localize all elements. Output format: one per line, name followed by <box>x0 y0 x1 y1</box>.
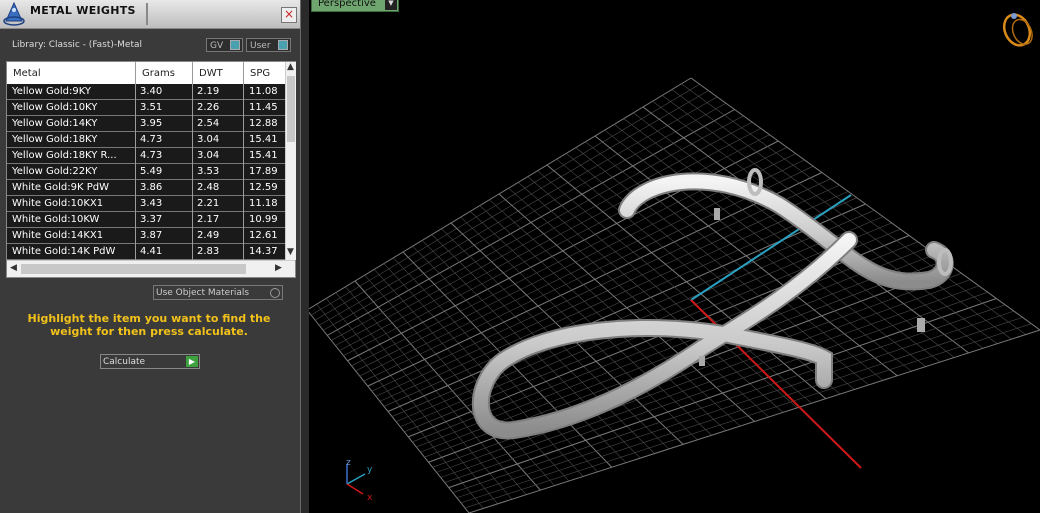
cell-grams: 3.95 <box>140 118 163 129</box>
calculate-label: Calculate <box>103 357 146 367</box>
cell-dwt: 2.19 <box>197 86 220 97</box>
play-icon[interactable]: ▶ <box>186 356 198 367</box>
cell-grams: 3.87 <box>140 230 163 241</box>
cell-spg: 12.59 <box>249 182 278 193</box>
cell-grams: 3.51 <box>140 102 163 113</box>
cell-metal: Yellow Gold:9KY <box>12 86 91 97</box>
library-label: Library: Classic - (Fast)-Metal <box>12 40 143 50</box>
cell-grams: 4.41 <box>140 246 163 257</box>
cell-metal: Yellow Gold:22KY <box>12 166 98 177</box>
ground-grid <box>309 77 1040 513</box>
gv-toggle-label: GV <box>210 41 224 51</box>
user-toggle-knob <box>278 40 288 50</box>
3d-viewport[interactable]: Perspective ▼ z y x <box>309 0 1040 513</box>
grid-line <box>681 83 1026 335</box>
metal-weights-panel: METAL WEIGHTS × Library: Classic - (Fast… <box>0 0 301 513</box>
metal-table: Metal Grams DWT SPG Yellow Gold:9KY 3.40 2… <box>6 61 296 278</box>
use-object-materials-option[interactable]: Use Object Materials <box>153 285 283 300</box>
user-toggle[interactable]: User <box>246 38 291 52</box>
z-axis-label: z <box>346 458 351 468</box>
cell-metal: Yellow Gold:10KY <box>12 102 98 113</box>
view-label: Perspective <box>318 0 376 9</box>
cell-spg: 11.08 <box>249 86 278 97</box>
gv-toggle[interactable]: GV <box>206 38 243 52</box>
column-header-grams[interactable]: Grams <box>142 68 175 79</box>
cell-dwt: 3.04 <box>197 134 220 145</box>
x-axis-label: x <box>367 493 373 503</box>
cell-metal: White Gold:14K PdW <box>12 246 116 257</box>
radio-icon[interactable] <box>270 288 280 298</box>
cell-metal: White Gold:14KX1 <box>12 230 104 241</box>
panel-divider[interactable] <box>300 0 309 513</box>
cell-dwt: 2.26 <box>197 102 220 113</box>
cell-grams: 4.73 <box>140 150 163 161</box>
cell-spg: 14.37 <box>249 246 278 257</box>
cell-metal: Yellow Gold:18KY R... <box>12 150 117 161</box>
grid-line <box>690 77 1040 331</box>
cell-dwt: 2.83 <box>197 246 220 257</box>
perspective-scene <box>309 10 1040 513</box>
panel-title: METAL WEIGHTS <box>30 4 136 17</box>
cell-spg: 12.61 <box>249 230 278 241</box>
cell-grams: 4.73 <box>140 134 163 145</box>
cell-dwt: 2.49 <box>197 230 220 241</box>
cell-metal: Yellow Gold:18KY <box>12 134 98 145</box>
cell-grams: 3.40 <box>140 86 163 97</box>
scroll-right-icon[interactable]: ▶ <box>275 263 282 273</box>
cell-spg: 11.18 <box>249 198 278 209</box>
column-divider <box>135 62 136 260</box>
cell-spg: 11.45 <box>249 102 278 113</box>
vertical-scroll-thumb[interactable] <box>287 76 295 142</box>
scroll-up-icon[interactable]: ▲ <box>287 62 294 72</box>
cell-dwt: 2.54 <box>197 118 220 129</box>
grid-line <box>662 95 998 344</box>
instruction-text: Highlight the item you want to find the … <box>27 312 271 338</box>
column-divider <box>192 62 193 260</box>
axis-triad <box>346 464 366 495</box>
calculate-button[interactable]: Calculate ▶ <box>100 354 200 369</box>
cell-grams: 3.86 <box>140 182 163 193</box>
cell-spg: 15.41 <box>249 150 278 161</box>
horizontal-scroll-thumb[interactable] <box>21 264 246 274</box>
use-object-materials-label: Use Object Materials <box>156 288 250 298</box>
column-divider <box>243 62 244 260</box>
scroll-down-icon[interactable]: ▼ <box>287 247 294 257</box>
cell-dwt: 3.53 <box>197 166 220 177</box>
column-header-dwt[interactable]: DWT <box>199 68 223 79</box>
cell-spg: 12.88 <box>249 118 278 129</box>
ring-app-icon <box>3 1 25 26</box>
cell-metal: White Gold:9K PdW <box>12 182 109 193</box>
cell-grams: 3.43 <box>140 198 163 209</box>
vertical-scrollbar[interactable]: ▲ ▼ <box>285 62 296 260</box>
panel-titlebar[interactable]: METAL WEIGHTS × <box>0 0 300 29</box>
cell-metal: White Gold:10KX1 <box>12 198 104 209</box>
cell-spg: 17.89 <box>249 166 278 177</box>
user-toggle-label: User <box>250 41 271 51</box>
column-header-spg[interactable]: SPG <box>250 68 270 79</box>
cell-spg: 10.99 <box>249 214 278 225</box>
cell-dwt: 2.17 <box>197 214 220 225</box>
cell-metal: White Gold:10KW <box>12 214 100 225</box>
cell-metal: Yellow Gold:14KY <box>12 118 98 129</box>
column-header-metal[interactable]: Metal <box>13 68 41 79</box>
perspective-view-tab[interactable]: Perspective ▼ <box>311 0 399 12</box>
gv-toggle-knob <box>230 40 240 50</box>
cell-grams: 5.49 <box>140 166 163 177</box>
scroll-left-icon[interactable]: ◀ <box>10 263 17 273</box>
cell-dwt: 2.21 <box>197 198 220 209</box>
cell-grams: 3.37 <box>140 214 163 225</box>
close-button[interactable]: × <box>281 7 297 23</box>
horizontal-scrollbar[interactable]: ◀ ▶ <box>7 260 295 277</box>
y-axis-label: y <box>367 465 373 475</box>
view-cube-ring-icon[interactable] <box>999 10 1036 49</box>
title-separator <box>146 3 148 25</box>
cell-dwt: 3.04 <box>197 150 220 161</box>
cell-dwt: 2.48 <box>197 182 220 193</box>
dropdown-icon[interactable]: ▼ <box>384 0 397 10</box>
cell-spg: 15.41 <box>249 134 278 145</box>
grid-line <box>444 291 988 483</box>
